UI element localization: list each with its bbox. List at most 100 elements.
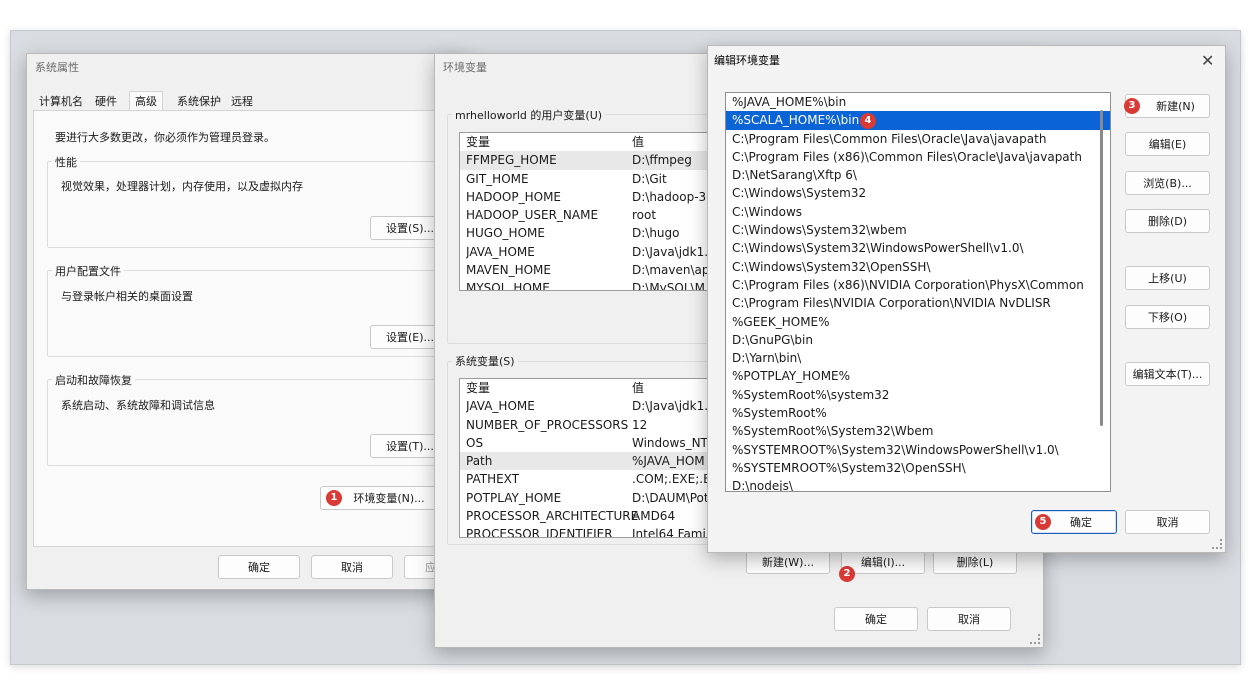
table-row[interactable]: HADOOP_USER_NAME root (460, 206, 718, 224)
variable-value: D:\ffmpeg (632, 153, 692, 168)
list-item[interactable]: D:\GnuPG\bin (726, 331, 1110, 349)
table-row[interactable]: FFMPEG_HOME D:\ffmpeg (460, 151, 718, 170)
table-row[interactable]: GIT_HOME D:\Git (460, 170, 718, 188)
system-properties-title: 系统属性 (35, 61, 79, 74)
startup-heading: 启动和故障恢复 (52, 372, 135, 388)
table-row[interactable]: MAVEN_HOME D:\maven\apa (460, 261, 718, 279)
variable-name: FFMPEG_HOME (466, 153, 557, 168)
variable-name: OS (466, 435, 484, 450)
list-item[interactable]: C:\Windows\System32\wbem (726, 221, 1110, 239)
variable-value: D:\maven\apa (632, 263, 717, 278)
table-row[interactable]: OS Windows_NT (460, 434, 718, 452)
table-row[interactable]: HADOOP_HOME D:\hadoop-3. (460, 188, 718, 206)
variable-value: AMD64 (632, 509, 676, 524)
list-item[interactable]: D:\nodejs\ (726, 477, 1110, 491)
list-item[interactable]: %SystemRoot%\System32\Wbem (726, 422, 1110, 440)
envvars-ok-button[interactable]: 确定 (834, 607, 918, 631)
list-item-selected[interactable]: %SCALA_HOME%\bin (726, 111, 1110, 130)
list-item[interactable]: C:\Windows (726, 203, 1110, 221)
system-table-header: 变量 值 (460, 379, 718, 397)
edit-resize-grip[interactable] (1212, 539, 1222, 549)
list-item[interactable]: %SYSTEMROOT%\System32\WindowsPowerShell\… (726, 441, 1110, 459)
step-badge-2: 2 (839, 566, 855, 582)
table-row[interactable]: JAVA_HOME D:\Java\jdk1.8 (460, 243, 718, 261)
variable-value: D:\hugo (632, 226, 680, 241)
environment-variables-label: 环境变量(N)... (353, 492, 425, 505)
table-row[interactable]: JAVA_HOME D:\Java\jdk1.8 (460, 397, 718, 415)
variable-name: Path (466, 454, 493, 469)
tab-advanced[interactable]: 高级 (129, 91, 163, 111)
profile-heading: 用户配置文件 (52, 263, 124, 279)
table-row[interactable]: NUMBER_OF_PROCESSORS 12 (460, 416, 718, 434)
list-item[interactable]: C:\Program Files\NVIDIA Corporation\NVID… (726, 294, 1110, 312)
tab-computer-name[interactable]: 计算机名 (39, 94, 83, 110)
sysprops-ok-button[interactable]: 确定 (218, 555, 300, 579)
envvars-cancel-button[interactable]: 取消 (927, 607, 1011, 631)
variable-name: HUGO_HOME (466, 226, 545, 241)
table-row[interactable]: PROCESSOR_IDENTIFIER Intel64 Fami (460, 525, 718, 538)
tab-remote[interactable]: 远程 (231, 94, 253, 110)
system-col-value: 值 (632, 381, 645, 395)
user-col-value: 值 (632, 135, 645, 149)
table-row[interactable]: MYSQL_HOME D:\MySQL\M (460, 279, 718, 290)
resize-grip[interactable] (1030, 634, 1040, 644)
browse-button[interactable]: 浏览(B)... (1125, 171, 1210, 195)
list-item[interactable]: D:\NetSarang\Xftp 6\ (726, 166, 1110, 184)
new-entry-label: 新建(N) (1156, 100, 1195, 113)
user-table-header: 变量 值 (460, 133, 718, 151)
table-row[interactable]: PATHEXT .COM;.EXE;.BA (460, 470, 718, 488)
variable-value: D:\hadoop-3. (632, 189, 710, 204)
variable-value: D:\Java\jdk1.8 (632, 244, 716, 259)
sysprops-cancel-button[interactable]: 取消 (311, 555, 393, 579)
table-row[interactable]: HUGO_HOME D:\hugo (460, 224, 718, 242)
variable-name: JAVA_HOME (466, 244, 535, 259)
move-down-button[interactable]: 下移(O) (1125, 305, 1210, 329)
list-item[interactable]: C:\Program Files\Common Files\Oracle\Jav… (726, 130, 1110, 148)
list-item[interactable]: %SYSTEMROOT%\System32\OpenSSH\ (726, 459, 1110, 477)
edit-entry-button[interactable]: 编辑(E) (1125, 132, 1210, 156)
variable-name: PROCESSOR_IDENTIFIER (466, 527, 613, 538)
list-item[interactable]: C:\Program Files (x86)\NVIDIA Corporatio… (726, 276, 1110, 294)
system-delete-button[interactable]: 删除(L) (933, 550, 1017, 574)
system-col-variable: 变量 (466, 381, 491, 395)
table-row[interactable]: Path %JAVA_HOM (460, 452, 718, 471)
edit-cancel-button[interactable]: 取消 (1125, 510, 1210, 534)
tab-system-protection[interactable]: 系统保护 (177, 94, 221, 110)
tab-hardware[interactable]: 硬件 (95, 94, 117, 110)
edit-text-button[interactable]: 编辑文本(T)... (1125, 362, 1210, 386)
system-variables-heading: 系统变量(S) (452, 353, 518, 369)
variable-value: D:\Git (632, 171, 667, 186)
system-new-button[interactable]: 新建(W)... (746, 550, 830, 574)
variable-value: %JAVA_HOM (632, 454, 705, 469)
list-item[interactable]: C:\Windows\System32 (726, 184, 1110, 202)
performance-desc: 视觉效果，处理器计划，内存使用，以及虚拟内存 (61, 180, 303, 193)
list-item[interactable]: %GEEK_HOME% (726, 313, 1110, 331)
list-item[interactable]: %POTPLAY_HOME% (726, 367, 1110, 385)
step-badge-1: 1 (326, 490, 342, 506)
list-item[interactable]: %SystemRoot% (726, 404, 1110, 422)
edit-dialog-title: 编辑环境变量 (714, 54, 780, 67)
list-item[interactable]: %SystemRoot%\system32 (726, 386, 1110, 404)
move-up-button[interactable]: 上移(U) (1125, 266, 1210, 290)
variable-name: GIT_HOME (466, 171, 529, 186)
variable-value: root (632, 208, 657, 223)
table-row[interactable]: POTPLAY_HOME D:\DAUM\Pot (460, 489, 718, 507)
variable-value: 12 (632, 417, 648, 432)
step-badge-3: 3 (1124, 98, 1140, 114)
list-item[interactable]: C:\Windows\System32\WindowsPowerShell\v1… (726, 239, 1110, 257)
variable-name: PROCESSOR_ARCHITECTURE (466, 509, 639, 524)
variable-value: Windows_NT (632, 435, 708, 450)
delete-entry-button[interactable]: 删除(D) (1125, 209, 1210, 233)
list-item[interactable]: %JAVA_HOME%\bin (726, 93, 1110, 111)
step-badge-4: 4 (860, 113, 876, 129)
variable-name: HADOOP_USER_NAME (466, 208, 599, 223)
table-row[interactable]: PROCESSOR_ARCHITECTURE AMD64 (460, 507, 718, 525)
profile-desc: 与登录帐户相关的桌面设置 (61, 290, 193, 303)
list-scrollbar[interactable] (1100, 110, 1103, 426)
close-icon[interactable]: ✕ (1201, 51, 1214, 70)
user-variables-heading: mrhelloworld 的用户变量(U) (452, 107, 606, 123)
variable-name: HADOOP_HOME (466, 189, 562, 204)
list-item[interactable]: D:\Yarn\bin\ (726, 349, 1110, 367)
list-item[interactable]: C:\Program Files (x86)\Common Files\Orac… (726, 148, 1110, 166)
list-item[interactable]: C:\Windows\System32\OpenSSH\ (726, 258, 1110, 276)
